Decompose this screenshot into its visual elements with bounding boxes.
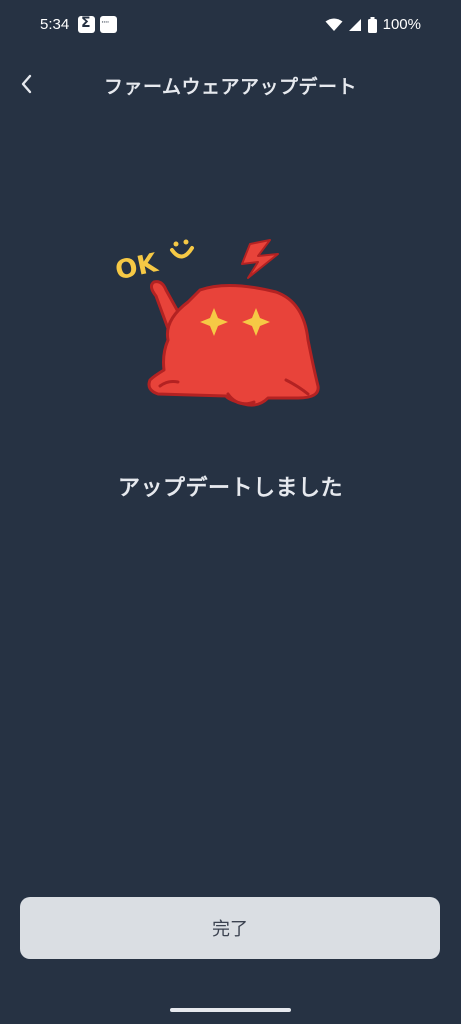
app-header: ファームウェアアップデート: [0, 62, 461, 106]
page-title: ファームウェアアップデート: [104, 76, 357, 98]
screen: 5:34 100% ファームウェアアップデート: [0, 0, 461, 1024]
status-time: 5:34: [40, 16, 70, 33]
success-message: アップデートしました: [117, 476, 343, 501]
wifi-icon: [325, 18, 343, 31]
status-bar: 5:34 100%: [0, 0, 461, 52]
status-right: 100%: [325, 16, 421, 33]
success-illustration: OK: [108, 230, 328, 420]
battery-percent: 100%: [382, 16, 421, 33]
sigma-app-icon: [78, 15, 95, 33]
done-button[interactable]: 完了: [20, 897, 440, 959]
signal-icon: [348, 18, 361, 31]
dots-app-icon: [100, 16, 117, 33]
home-indicator[interactable]: [170, 1008, 291, 1012]
bear-illustration: OK: [113, 239, 320, 407]
battery-icon: [367, 16, 377, 33]
